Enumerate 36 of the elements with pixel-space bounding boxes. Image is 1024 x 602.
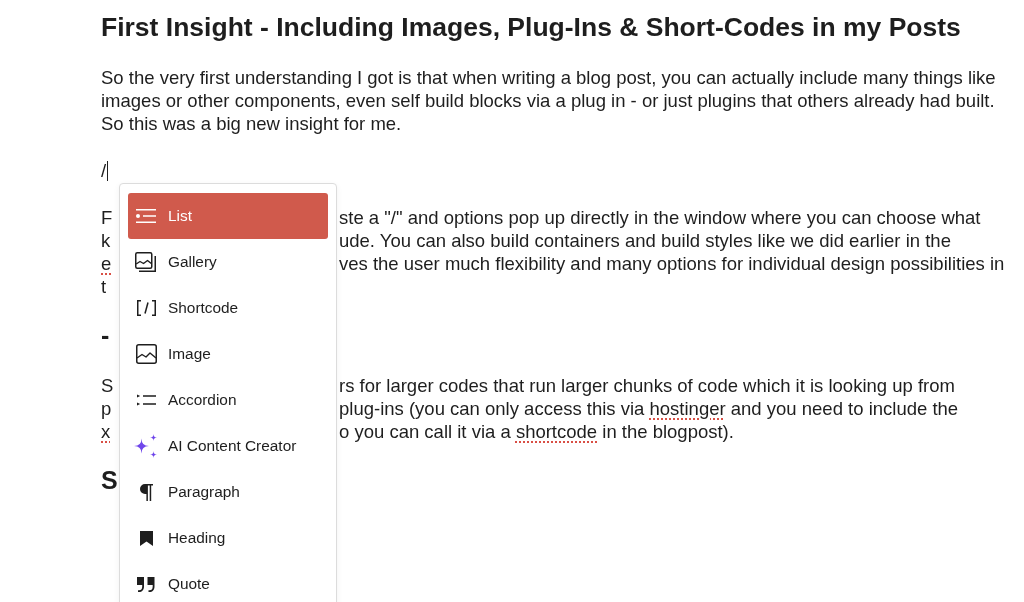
block-option[interactable]: Gallery xyxy=(128,239,328,285)
block-option[interactable]: Paragraph xyxy=(128,469,328,515)
bookmark-icon xyxy=(139,530,153,546)
image-icon xyxy=(135,344,157,364)
paragraph-text: / xyxy=(101,160,107,181)
paragraph-text: o you can call it via a shortcode in the blogpost). xyxy=(339,420,734,443)
paragraph-text: rs for larger codes that run larger chunks of code which it is looking up from xyxy=(339,374,955,397)
paragraph-text: F xyxy=(101,206,113,229)
block-option[interactable]: Accordion xyxy=(128,377,328,423)
paragraph-text: t xyxy=(101,275,107,298)
block-option[interactable]: List xyxy=(128,193,328,239)
quote-icon xyxy=(137,576,155,592)
block-option[interactable]: AI Content Creator xyxy=(128,423,328,469)
pilcrow-icon xyxy=(139,483,153,501)
list-icon xyxy=(136,209,156,223)
heading-text: S xyxy=(101,465,118,495)
collapsible-list-icon xyxy=(136,394,156,406)
paragraph-text: p xyxy=(101,397,112,420)
block-option[interactable]: Heading xyxy=(128,515,328,561)
paragraph-text: k xyxy=(101,229,111,252)
paragraph-text: So the very first understanding I got is that when writing a blog post, you can actually include many things like images or other components, even self build blocks via a plug in - or just plugins that others already had built. So this was a big new insight for me. xyxy=(101,67,996,134)
paragraph-text: ves the user much flexibility and many options for individual design possibilities in xyxy=(339,252,1005,275)
block-option[interactable]: Shortcode xyxy=(128,285,328,331)
paragraph-text: ude. You can also build containers and build styles like we did earlier in the xyxy=(339,229,951,252)
paragraph-text: S xyxy=(101,374,114,397)
bracket-slash-icon xyxy=(136,300,156,316)
sparkle-icon xyxy=(134,434,158,458)
heading-text: - xyxy=(101,320,110,350)
gallery-icon xyxy=(135,252,157,272)
paragraph-text: x xyxy=(101,420,111,443)
post-title: First Insight - Including Images, Plug-Ins & Short-Codes in my Posts xyxy=(101,12,962,42)
paragraph-text: plug-ins (you can only access this via hostinger and you need to include the xyxy=(339,397,959,420)
block-option[interactable]: Quote xyxy=(128,561,328,602)
paragraph-text: ste a "/" and options pop up directly in the window where you can choose what xyxy=(339,206,981,229)
paragraph-text: e xyxy=(101,252,112,275)
block-option[interactable]: Image xyxy=(128,331,328,377)
